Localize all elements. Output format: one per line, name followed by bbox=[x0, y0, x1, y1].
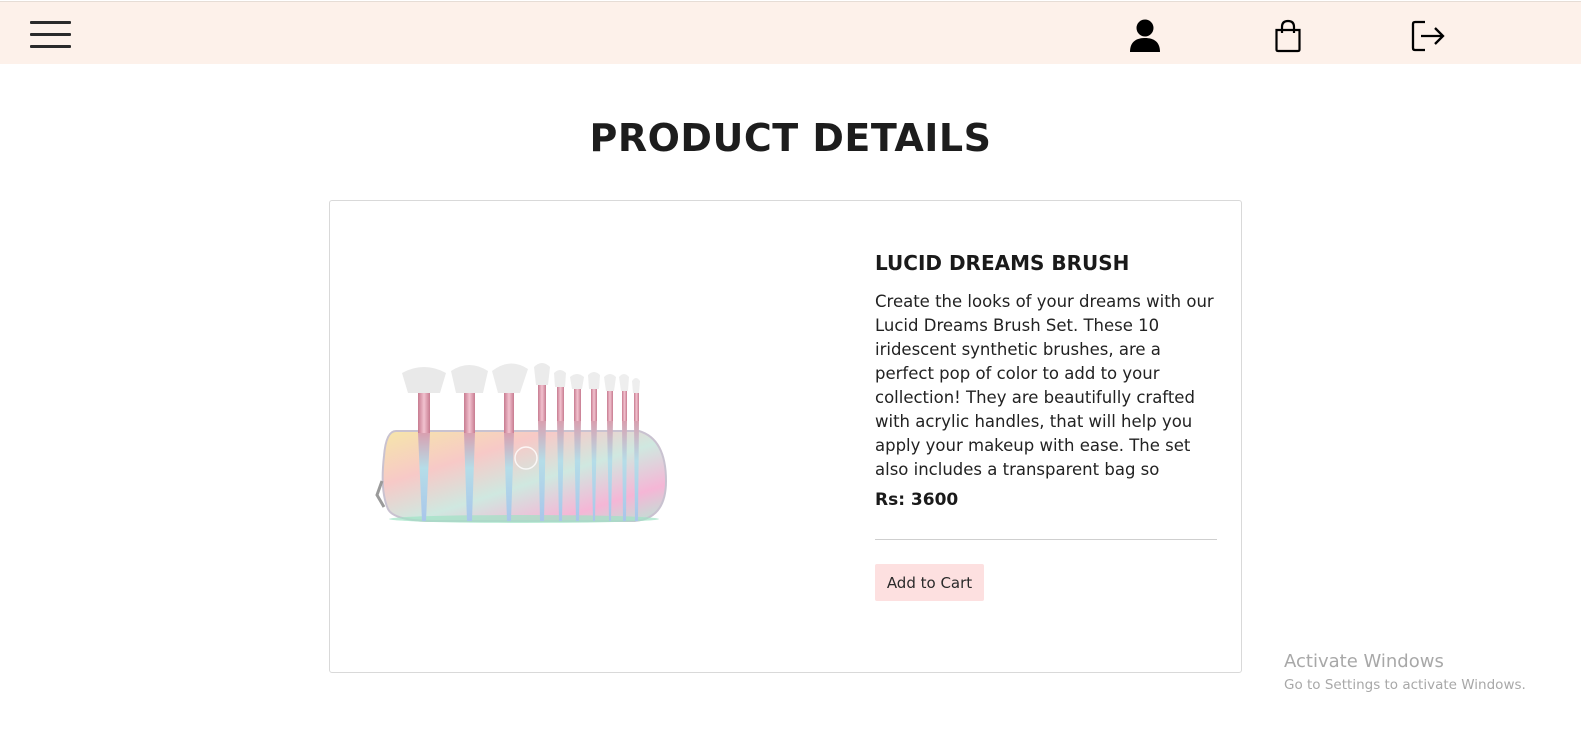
add-to-cart-button[interactable]: Add to Cart bbox=[875, 564, 984, 601]
makeup-brush-set-image bbox=[374, 361, 674, 531]
activate-windows-subtitle: Go to Settings to activate Windows. bbox=[1284, 677, 1526, 693]
product-description: Create the looks of your dreams with our… bbox=[875, 292, 1214, 479]
product-price: Rs: 3600 bbox=[875, 490, 959, 510]
shopping-bag-icon[interactable] bbox=[1271, 18, 1305, 54]
user-icon[interactable] bbox=[1128, 18, 1162, 54]
product-card: LUCID DREAMS BRUSH Create the looks of y… bbox=[329, 200, 1242, 673]
divider bbox=[875, 539, 1217, 540]
activate-windows-title: Activate Windows bbox=[1284, 651, 1444, 672]
page-title: PRODUCT DETAILS bbox=[589, 116, 992, 160]
hamburger-menu-icon[interactable] bbox=[30, 21, 71, 49]
product-name: LUCID DREAMS BRUSH bbox=[875, 251, 1130, 275]
top-navbar bbox=[0, 1, 1581, 64]
logout-icon[interactable] bbox=[1410, 18, 1445, 54]
